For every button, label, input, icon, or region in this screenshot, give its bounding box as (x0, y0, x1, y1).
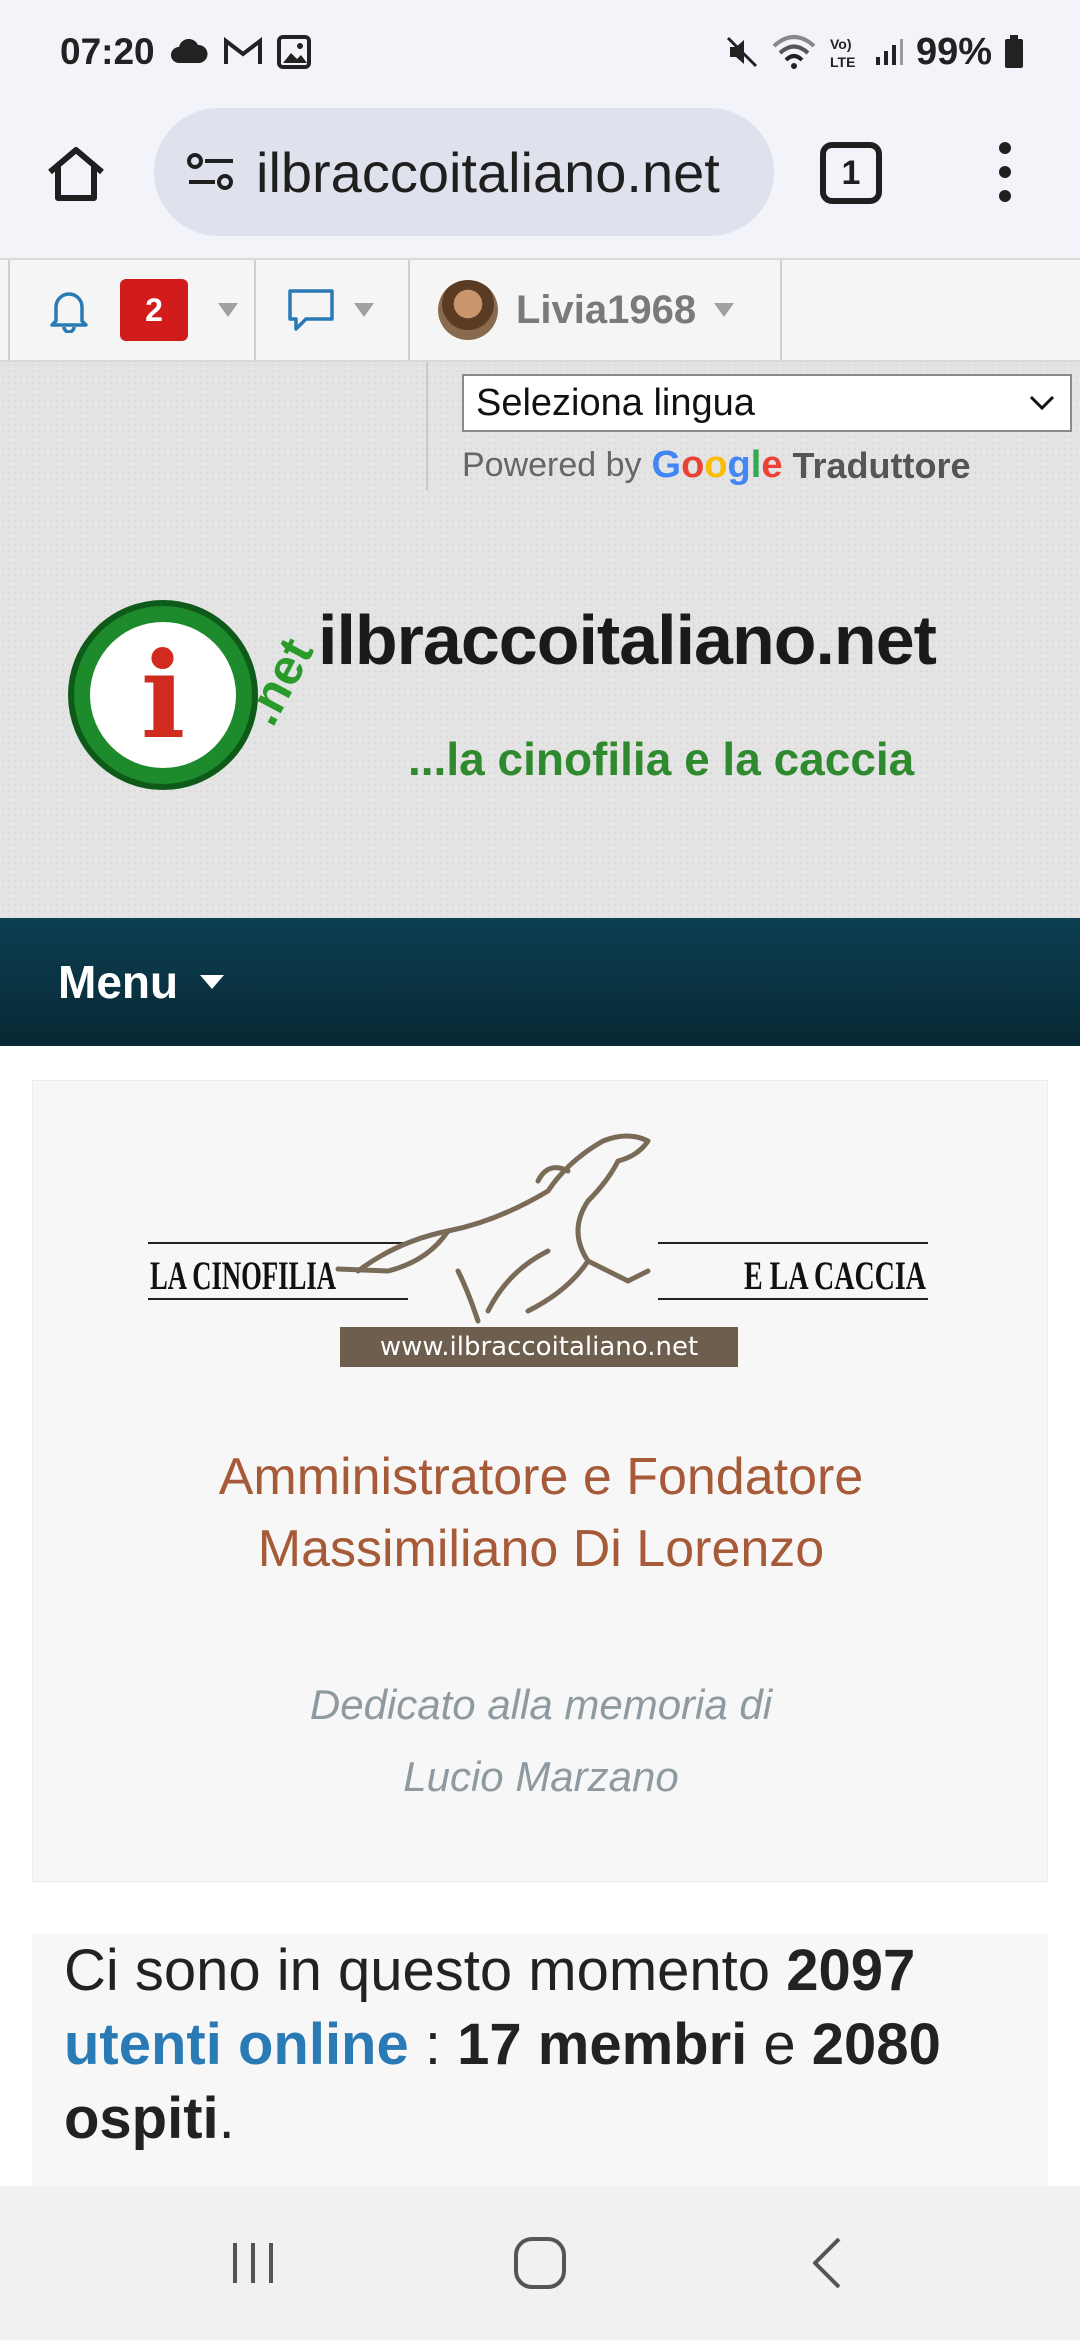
user-menu-button[interactable]: Livia1968 (410, 260, 782, 360)
back-button[interactable] (787, 2223, 867, 2303)
site-tagline: ...la cinofilia e la caccia (408, 733, 915, 785)
language-select-value: Seleziona lingua (476, 381, 755, 424)
cinofilia-banner: LA CINOFILIA E LA CACCIA www.ilbraccoita… (148, 1133, 928, 1367)
site-logo[interactable]: i (68, 600, 258, 790)
status-right: Vo) LTE 99% (724, 31, 1024, 74)
site-info-button[interactable] (176, 142, 246, 202)
main-menu-bar: Menu (0, 918, 1080, 1046)
dot-icon (999, 142, 1011, 154)
admin-info: Amministratore e Fondatore Massimiliano … (33, 1441, 1049, 1585)
dog-illustration (335, 1133, 651, 1324)
svg-text:Vo): Vo) (830, 36, 852, 52)
menu-button[interactable]: Menu (58, 955, 178, 1009)
chat-bubble-icon (288, 289, 334, 331)
banner-right-text: E LA CACCIA (744, 1253, 926, 1298)
caret-down-icon (714, 303, 735, 317)
gmail-icon (223, 37, 262, 64)
home-icon (48, 147, 104, 201)
status-left: 07:20 (60, 31, 311, 73)
caret-down-icon (354, 303, 374, 317)
cloud-icon (170, 39, 208, 63)
home-button[interactable] (36, 134, 116, 214)
intro-card: LA CINOFILIA E LA CACCIA www.ilbraccoita… (32, 1080, 1048, 1882)
url-text[interactable]: ilbraccoitaliano.net (256, 140, 756, 205)
powered-by-google[interactable]: Powered by Google Traduttore (462, 444, 970, 487)
conversations-button[interactable] (256, 260, 410, 360)
address-bar[interactable]: ilbraccoitaliano.net (154, 108, 774, 236)
dot-icon (999, 166, 1011, 178)
banner-left-text: LA CINOFILIA (150, 1253, 336, 1298)
recent-apps-button[interactable] (213, 2223, 293, 2303)
alerts-badge: 2 (120, 279, 188, 341)
tab-switcher-button[interactable]: 1 (820, 142, 882, 204)
mute-icon (726, 36, 757, 68)
recent-apps-icon (233, 2243, 274, 2283)
admin-role: Amministratore e Fondatore (218, 1448, 864, 1506)
dedication: Dedicato alla memoria di Lucio Marzano (33, 1669, 1049, 1813)
caret-down-icon[interactable] (200, 975, 225, 989)
translate-widget: Seleziona lingua Powered by Google Tradu… (426, 362, 1076, 490)
bell-icon (50, 292, 88, 333)
home-circle-icon (513, 2237, 566, 2289)
gallery-icon (276, 35, 311, 69)
svg-text:LTE: LTE (830, 54, 855, 70)
browser-toolbar: ilbraccoitaliano.net 1 (0, 104, 1080, 258)
powered-by-label: Powered by (462, 446, 642, 484)
admin-name: Massimiliano Di Lorenzo (257, 1520, 825, 1578)
online-separator: : (424, 2012, 441, 2077)
signal-icon (875, 39, 903, 65)
online-total: 2097 (786, 1938, 916, 2003)
status-time: 07:20 (60, 31, 155, 72)
wifi-icon (772, 35, 816, 69)
battery-icon (1005, 35, 1023, 68)
forum-user-bar: 2 Livia1968 (0, 258, 1080, 362)
volte-icon: Vo) LTE (830, 36, 855, 70)
system-nav-bar (0, 2186, 1080, 2340)
caret-down-icon (218, 303, 238, 317)
username: Livia1968 (516, 287, 697, 332)
chevron-down-icon (1029, 395, 1055, 411)
translator-label: Traduttore (792, 444, 971, 486)
logo-letter: i (90, 622, 236, 768)
online-members: 17 membri (457, 2012, 748, 2077)
google-logo: Google (651, 444, 783, 486)
online-end: . (218, 2086, 235, 2151)
online-prefix: Ci sono in questo momento (64, 1938, 771, 2003)
tune-icon (187, 153, 233, 190)
home-nav-button[interactable] (500, 2223, 580, 2303)
alerts-button[interactable]: 2 (8, 260, 256, 360)
dedication-name: Lucio Marzano (403, 1753, 679, 1800)
site-title[interactable]: ilbraccoitaliano.net (318, 600, 937, 680)
back-chevron-icon (812, 2237, 841, 2289)
banner-url: www.ilbraccoitaliano.net (380, 1332, 698, 1362)
dedication-line: Dedicato alla memoria di (309, 1681, 773, 1728)
online-users-link[interactable]: utenti online (64, 2012, 409, 2077)
online-and: e (763, 2012, 796, 2077)
avatar (438, 280, 498, 340)
online-users-box: Ci sono in questo momento 2097 utenti on… (32, 1934, 1048, 2194)
dot-icon (999, 190, 1011, 202)
battery-percent: 99% (915, 30, 992, 73)
status-bar: 07:20 Vo) LTE 99% (0, 0, 1080, 104)
tab-count: 1 (841, 153, 861, 192)
language-select[interactable]: Seleziona lingua (462, 374, 1072, 432)
site-header: Seleziona lingua Powered by Google Tradu… (0, 362, 1080, 918)
more-options-button[interactable] (990, 142, 1020, 202)
